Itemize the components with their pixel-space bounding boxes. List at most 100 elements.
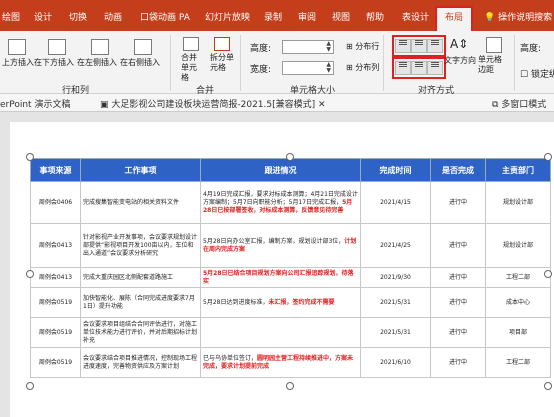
horizontal-align-group: [392, 35, 446, 57]
doc-tab-presentation[interactable]: erPoint 演示文稿: [0, 97, 70, 110]
progress-table[interactable]: 事项来源 工作事项 跟进情况 完成时间 是否完成 主责部门 周例会0406 完成…: [30, 158, 551, 378]
header-dept[interactable]: 主责部门: [485, 158, 551, 182]
cell-deadline[interactable]: 2021/9/30: [360, 267, 431, 288]
row-height-input[interactable]: ▲ ▼: [282, 40, 334, 54]
cell-dept[interactable]: 规划设计部: [485, 223, 551, 268]
insert-left-button[interactable]: 在左侧插入: [77, 57, 117, 68]
cell-task[interactable]: 完成大重庆园区北侧配套道路施工: [80, 267, 201, 288]
tab-record[interactable]: 录制: [264, 10, 282, 23]
tab-layout[interactable]: 布局: [435, 6, 474, 31]
cell-task[interactable]: 会议要求结合项目推进情况，控制现场工程进度速度，完善物资供应及方案计划: [80, 347, 201, 378]
resize-handle[interactable]: [26, 382, 34, 390]
tab-transitions[interactable]: 切换: [69, 10, 87, 23]
lock-aspect-checkbox[interactable]: ☐ 锁定纵: [520, 67, 554, 80]
tab-review[interactable]: 审阅: [298, 10, 316, 23]
spin-arrows-icon[interactable]: ▲ ▼: [326, 62, 331, 74]
cell-deadline[interactable]: 2021/6/10: [360, 347, 431, 378]
tab-draw[interactable]: 绘图: [2, 10, 20, 23]
resize-handle[interactable]: [544, 382, 552, 390]
header-deadline[interactable]: 完成时间: [360, 158, 431, 182]
resize-handle[interactable]: [286, 153, 294, 161]
cell-source[interactable]: 周例会0519: [30, 287, 81, 318]
table-row: 周例会0519 会议要求结合项目推进情况，控制现场工程进度速度，完善物资供应及方…: [30, 347, 551, 378]
cell-done[interactable]: 进行中: [430, 317, 486, 348]
cell-source[interactable]: 周例会0519: [30, 317, 81, 348]
cell-dept[interactable]: 工程二部: [485, 267, 551, 288]
cell-deadline[interactable]: 2021/5/31: [360, 287, 431, 318]
cell-done[interactable]: 进行中: [430, 347, 486, 378]
cell-source[interactable]: 周例会0406: [30, 181, 81, 224]
cell-dept[interactable]: 规划设计部: [485, 181, 551, 224]
resize-handle[interactable]: [544, 270, 552, 278]
cell-source[interactable]: 周例会0413: [30, 267, 81, 288]
col-width-input[interactable]: ▲ ▼: [282, 61, 334, 75]
align-top-icon[interactable]: [395, 61, 411, 75]
ribbon-divider: [514, 35, 515, 91]
table-header-row: 事项来源 工作事项 跟进情况 完成时间 是否完成 主责部门: [30, 158, 551, 182]
ribbon-layout: 上方插入 在下方插入 在左侧插入 在右侧插入 行和列 合并单元格 拆分单元格 合…: [0, 31, 554, 96]
header-task[interactable]: 工作事项: [80, 158, 201, 182]
insert-right-icon: [134, 39, 152, 55]
cell-progress[interactable]: 5月28日向办公室汇报，编制方案，规划设计部3位，计划在周内完成方案: [200, 223, 361, 268]
tab-slideshow[interactable]: 幻灯片放映: [205, 10, 250, 23]
header-done[interactable]: 是否完成: [430, 158, 486, 182]
resize-handle[interactable]: [286, 382, 294, 390]
tab-view[interactable]: 视图: [332, 10, 350, 23]
distribute-rows-button[interactable]: ⊞ 分布行: [346, 41, 379, 52]
cell-deadline[interactable]: 2021/5/31: [360, 317, 431, 348]
distribute-cols-button[interactable]: ⊞ 分布列: [346, 62, 379, 73]
width-label: 宽度:: [250, 65, 272, 75]
insert-left-icon: [91, 39, 109, 55]
cell-margins-button[interactable]: 单元格边距: [478, 55, 506, 75]
spin-arrows-icon[interactable]: ▲ ▼: [326, 41, 331, 53]
cell-source[interactable]: 周例会0413: [30, 223, 81, 268]
cell-task[interactable]: 会议要求项目组结合合同评估进行，对施工单位技术能力进行评价，并对后期招标计划补充: [80, 317, 201, 348]
tab-help[interactable]: 帮助: [366, 10, 384, 23]
header-source[interactable]: 事项来源: [30, 158, 81, 182]
insert-right-button[interactable]: 在右侧插入: [120, 57, 160, 68]
align-left-icon[interactable]: [395, 39, 411, 53]
cell-task[interactable]: 加快智能化、展陈（合同完成进度要求7月1日）提升功能: [80, 287, 201, 318]
cell-dept[interactable]: 成本中心: [485, 287, 551, 318]
cell-progress[interactable]: 已与乌协单位签订，圆明园主营工程持续推进中，方案未完成，要求计划提前完成: [200, 347, 361, 378]
tell-me-search[interactable]: 💡 操作说明搜索: [484, 10, 552, 23]
ribbon-divider: [170, 35, 171, 91]
merge-cells-button[interactable]: 合并单元格: [181, 53, 201, 83]
cell-progress[interactable]: 4月19日完成汇报，要求对标成本测算；4月21日完成设计方案编制；5月7日向职能…: [200, 181, 361, 224]
insert-below-button[interactable]: 在下方插入: [34, 57, 74, 68]
tab-table-design[interactable]: 表设计: [402, 10, 429, 23]
tab-design[interactable]: 设计: [34, 10, 52, 23]
doc-tab-briefing[interactable]: ▣ 大足影视公司建设板块运营简报-2021.5[兼容模式] ✕: [100, 97, 326, 110]
cell-deadline[interactable]: 2021/4/15: [360, 181, 431, 224]
cell-done[interactable]: 进行中: [430, 287, 486, 318]
align-bottom-icon[interactable]: [427, 61, 443, 75]
document-tabs: erPoint 演示文稿 ▣ 大足影视公司建设板块运营简报-2021.5[兼容模…: [0, 94, 554, 112]
cell-done[interactable]: 进行中: [430, 267, 486, 288]
align-center-icon[interactable]: [411, 39, 427, 53]
cell-margins-icon: [486, 37, 502, 53]
align-right-icon[interactable]: [427, 39, 443, 53]
cell-progress[interactable]: 5月28日已结合项目规划方案向公司汇报追踪规划，待落实: [200, 267, 361, 288]
cell-source[interactable]: 周例会0519: [30, 347, 81, 378]
align-middle-icon[interactable]: [411, 61, 427, 75]
cell-task[interactable]: 针对影视产业开发事项，会议要求规划设计部提供“影视项目开发100亩以内，车位和出…: [80, 223, 201, 268]
header-progress[interactable]: 跟进情况: [200, 158, 361, 182]
cell-progress[interactable]: 5月28日达到进度标准，未汇报，签约完成不需要: [200, 287, 361, 318]
text-direction-button[interactable]: 文字方向: [444, 55, 476, 66]
cell-task[interactable]: 完成搜集智能变电站的相关资料文件: [80, 181, 201, 224]
tab-pocket-animation[interactable]: 口袋动画 PA: [140, 10, 190, 23]
cell-dept[interactable]: 项目部: [485, 317, 551, 348]
multi-window-button[interactable]: ⧉ 多窗口模式: [492, 97, 546, 110]
resize-handle[interactable]: [26, 153, 34, 161]
cell-done[interactable]: 进行中: [430, 223, 486, 268]
cell-progress[interactable]: [200, 317, 361, 348]
cell-dept[interactable]: 工程二部: [485, 347, 551, 378]
cell-deadline[interactable]: 2021/4/25: [360, 223, 431, 268]
table-row: 周例会0519 加快智能化、展陈（合同完成进度要求7月1日）提升功能 5月28日…: [30, 287, 551, 318]
cell-done[interactable]: 进行中: [430, 181, 486, 224]
tab-animations[interactable]: 动画: [104, 10, 122, 23]
resize-handle[interactable]: [26, 270, 34, 278]
split-cells-button[interactable]: 拆分单元格: [210, 53, 234, 73]
resize-handle[interactable]: [544, 153, 552, 161]
insert-above-button[interactable]: 上方插入: [2, 57, 34, 68]
